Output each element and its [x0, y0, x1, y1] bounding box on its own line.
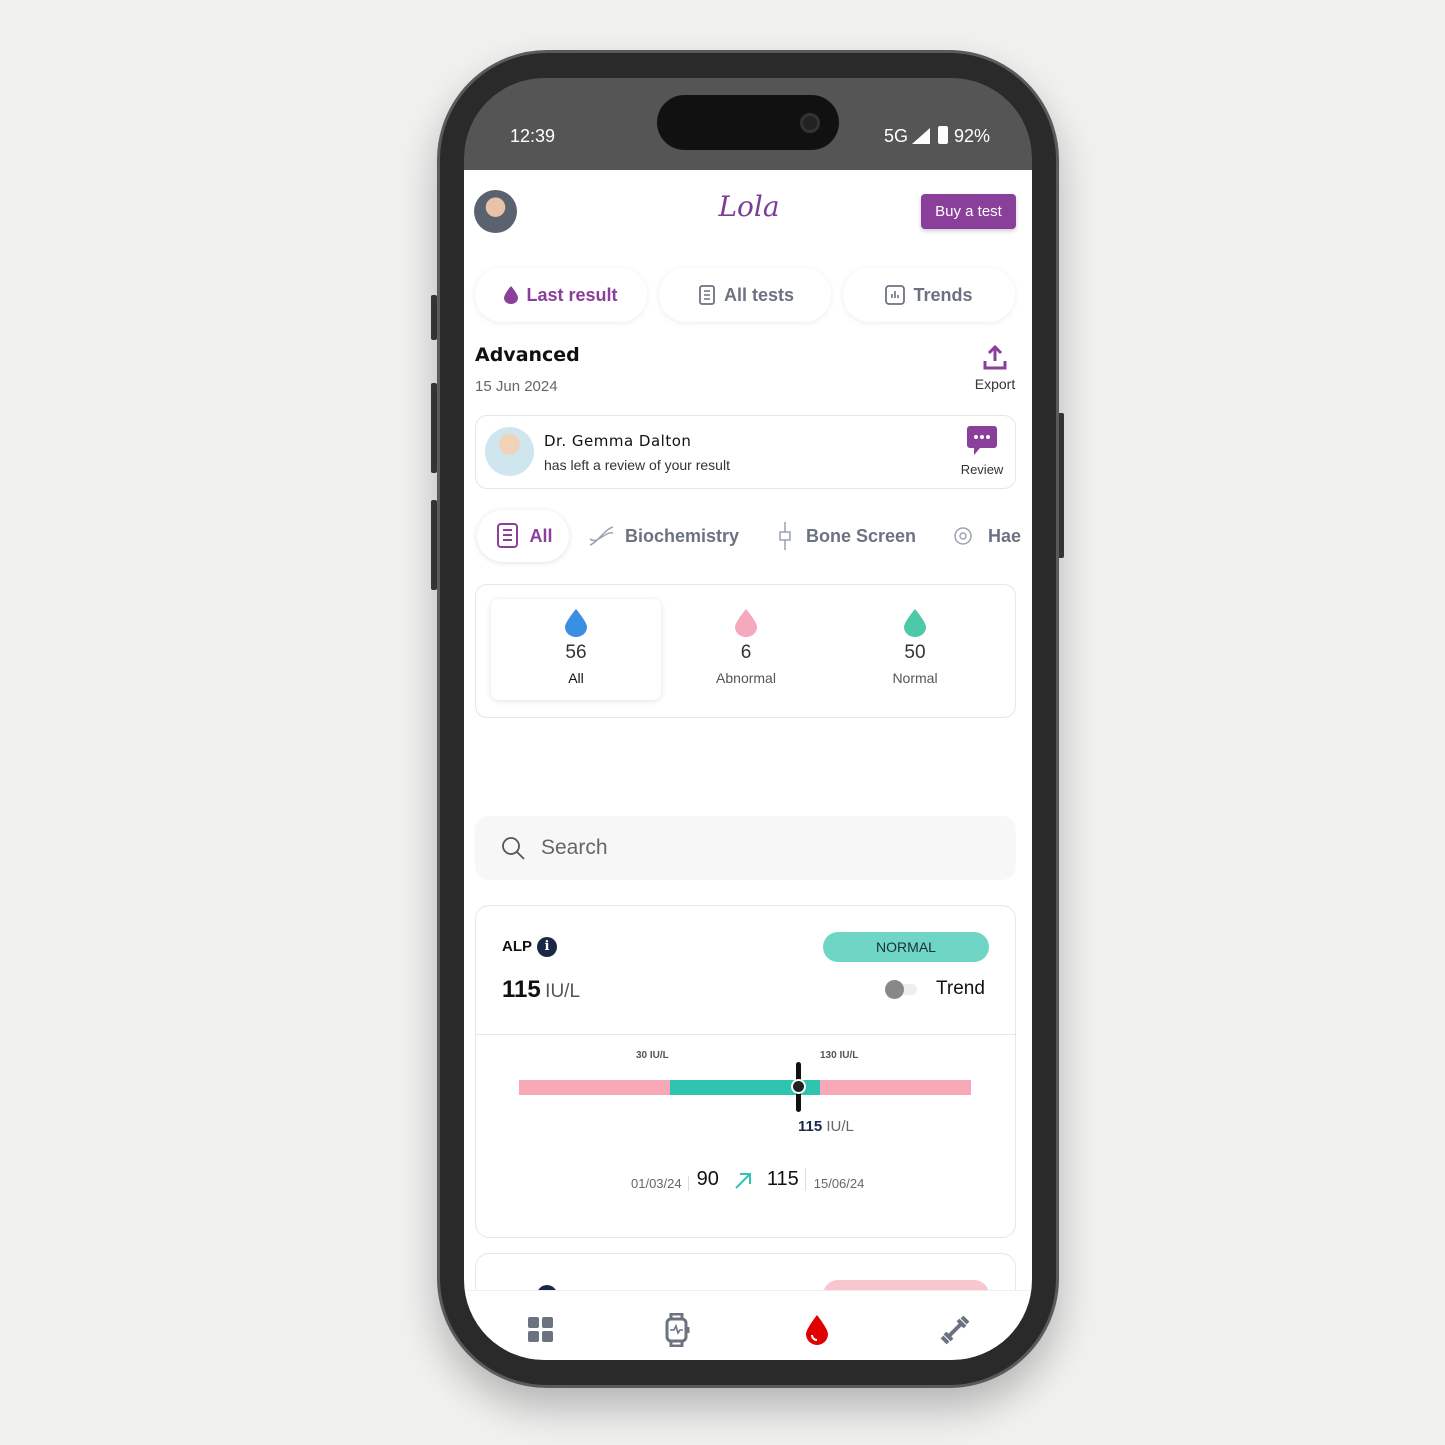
trend-comparison: 01/03/24 90 115 15/06/24: [631, 1168, 864, 1191]
divider: [476, 1034, 1015, 1035]
summary-all[interactable]: 56 All: [491, 599, 661, 700]
count: 6: [740, 642, 752, 663]
grid-icon[interactable]: [528, 1317, 554, 1343]
result-card-alp: ALP i NORMAL 115 IU/L Trend 30 IU/L 130 …: [475, 905, 1016, 1238]
blood-drop-icon[interactable]: [806, 1315, 828, 1345]
trend-toggle[interactable]: [885, 980, 919, 999]
review-button[interactable]: Review: [952, 425, 1012, 477]
result-value: 115 IU/L: [502, 976, 580, 1004]
document-list-icon: [497, 523, 519, 548]
smartwatch-icon[interactable]: [665, 1313, 691, 1347]
doctor-review-card[interactable]: Dr. Gemma Dalton has left a review of yo…: [475, 415, 1016, 489]
result-card-next: [475, 1253, 1016, 1290]
user-avatar[interactable]: [474, 190, 517, 233]
search-icon: [502, 837, 525, 860]
phone-screen: 12:39 5G 92% Lola Buy a test Last result…: [464, 78, 1032, 1360]
status-badge: NORMAL: [823, 932, 989, 962]
app-logo: Lola: [718, 190, 780, 223]
tab-last-result[interactable]: Last result: [475, 268, 647, 322]
summary-abnormal[interactable]: 6 Abnormal: [661, 609, 831, 686]
previous-value: 90: [696, 1168, 719, 1190]
range-bar: [519, 1080, 971, 1095]
doctor-avatar: [485, 427, 534, 476]
buy-test-button[interactable]: Buy a test: [921, 194, 1016, 229]
range-low-label: 30 IU/L: [636, 1050, 669, 1061]
doctor-name: Dr. Gemma Dalton: [544, 432, 692, 450]
drop-icon: [504, 286, 519, 304]
result-name: ALP: [502, 938, 532, 955]
review-label: Review: [960, 462, 1004, 477]
marker-value: 115: [798, 1118, 823, 1135]
category-bone-screen[interactable]: Bone Screen: [774, 510, 916, 562]
category-label: Bone Screen: [806, 525, 917, 546]
document-list-icon: [699, 285, 715, 305]
category-label: Biochemistry: [625, 525, 740, 546]
upload-icon: [983, 344, 1007, 370]
search-input[interactable]: Search: [475, 816, 1016, 880]
clock: 12:39: [510, 126, 556, 146]
previous-date: 01/03/24: [631, 1176, 689, 1191]
label: Normal: [892, 670, 938, 686]
range-high-label: 130 IU/L: [820, 1050, 859, 1061]
count: 56: [565, 642, 587, 663]
dynamic-island: [657, 95, 839, 150]
category-all[interactable]: All: [477, 510, 569, 562]
bone-joint-icon: [779, 522, 791, 550]
tab-label: All tests: [723, 284, 795, 305]
current-value: 115: [767, 1168, 806, 1191]
info-icon[interactable]: i: [537, 937, 557, 957]
status-badge: [823, 1280, 989, 1290]
category-label: All: [529, 525, 553, 546]
trend-label: Trend: [936, 978, 985, 999]
app-content: Lola Buy a test Last result All tests Tr…: [464, 170, 1032, 1290]
marker-value-label: 115 IU/L: [798, 1118, 854, 1135]
chart-icon: [885, 285, 906, 305]
tab-label: Last result: [526, 284, 618, 305]
chat-bubble-icon: [967, 426, 997, 455]
marker-dot: [791, 1079, 806, 1094]
tab-label: Trends: [913, 284, 973, 305]
review-message: has left a review of your result: [544, 457, 730, 473]
battery-icon: [938, 126, 948, 144]
summary-normal[interactable]: 50 Normal: [830, 609, 1000, 686]
search-placeholder: Search: [541, 836, 608, 859]
value: 115: [502, 976, 541, 1003]
export-button[interactable]: Export: [964, 344, 1026, 392]
report-title: Advanced: [475, 344, 580, 366]
count: 50: [904, 642, 926, 663]
status-bar: 12:39 5G 92%: [464, 78, 1032, 170]
label: Abnormal: [716, 670, 776, 686]
signal-icon: [912, 128, 930, 144]
tab-trends[interactable]: Trends: [843, 268, 1015, 322]
camera-icon: [800, 113, 820, 133]
battery-label: 92%: [954, 126, 991, 146]
dumbbell-icon[interactable]: [940, 1315, 970, 1345]
dna-icon: [589, 526, 614, 546]
bottom-nav: [464, 1290, 1032, 1360]
label: All: [568, 670, 584, 686]
green-drop-icon: [904, 609, 926, 637]
arrow-up-right-icon: [735, 1173, 751, 1189]
report-date: 15 Jun 2024: [475, 378, 558, 395]
home-indicator[interactable]: [681, 1302, 815, 1307]
tab-all-tests[interactable]: All tests: [659, 268, 831, 322]
pink-drop-icon: [735, 609, 757, 637]
network-label: 5G: [884, 126, 909, 146]
category-label: Hae: [988, 525, 1022, 546]
summary-card: 56 All 6 Abnormal 50 Normal: [475, 584, 1016, 718]
current-date: 15/06/24: [813, 1176, 865, 1191]
marker-unit: IU/L: [826, 1118, 854, 1135]
export-label: Export: [974, 376, 1016, 392]
category-biochemistry[interactable]: Biochemistry: [587, 510, 739, 562]
blue-drop-icon: [565, 609, 587, 637]
unit: IU/L: [545, 981, 581, 1002]
blood-cell-icon: [954, 527, 972, 545]
category-hae[interactable]: Hae: [952, 510, 1021, 562]
